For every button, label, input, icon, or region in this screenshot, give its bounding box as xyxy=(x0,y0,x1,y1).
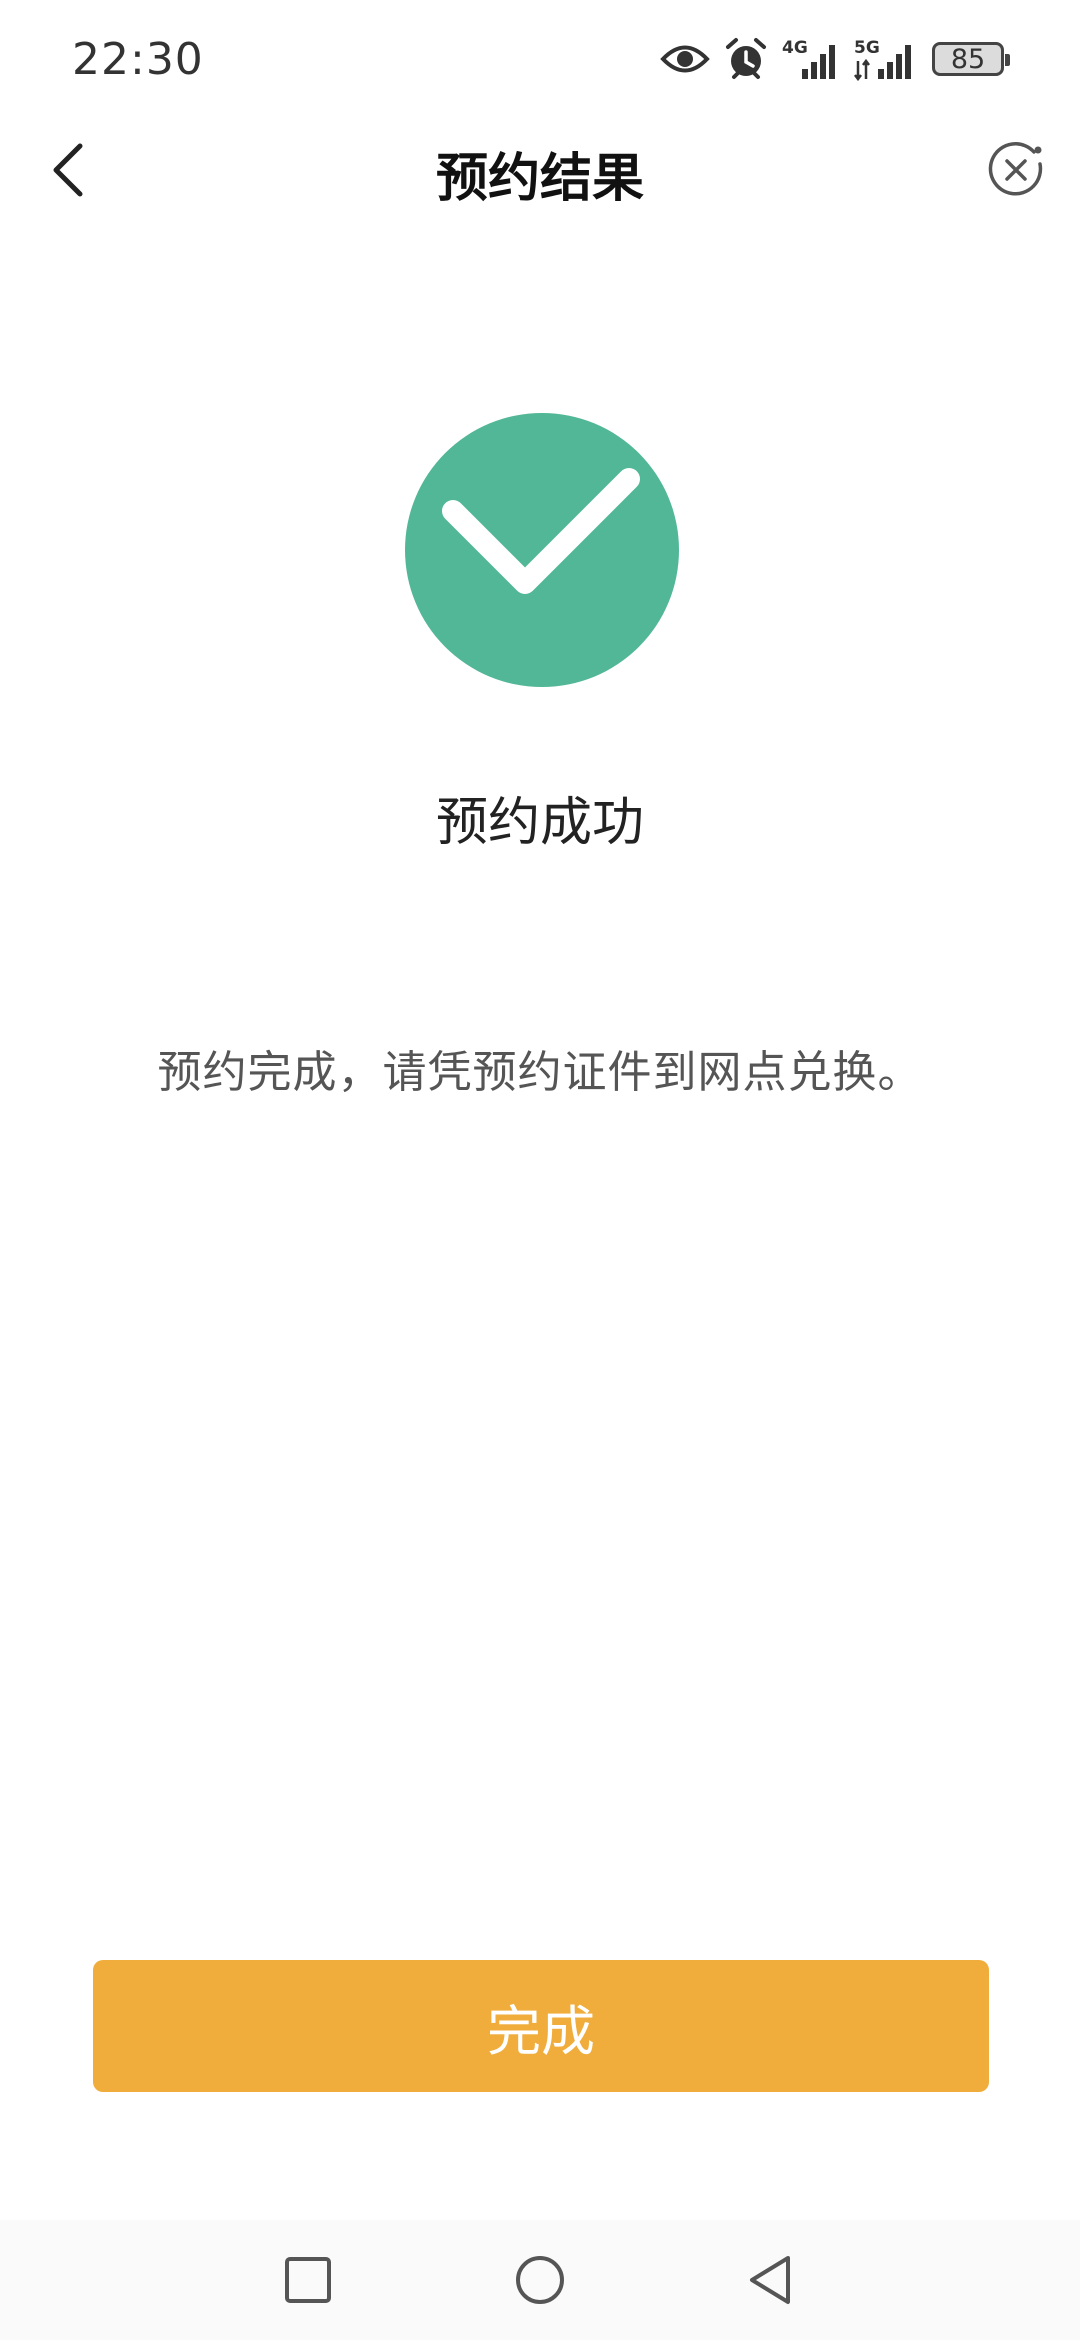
success-title: 预约成功 xyxy=(435,793,644,853)
network-4g-label: 4G xyxy=(782,38,808,58)
success-check-icon xyxy=(405,413,679,687)
back-button[interactable] xyxy=(36,138,100,202)
page-title: 预约结果 xyxy=(435,149,644,209)
battery-icon: 85 xyxy=(932,42,1010,76)
signal-5g-icon: 5G xyxy=(854,37,918,81)
recents-square-icon xyxy=(285,2257,331,2303)
status-icons: 4G 5G 85 xyxy=(660,34,1012,84)
system-back-button[interactable] xyxy=(738,2248,802,2312)
battery-level: 85 xyxy=(950,43,986,75)
recents-button[interactable] xyxy=(276,2248,340,2312)
status-time: 22:30 xyxy=(72,34,204,85)
signal-4g-icon: 4G xyxy=(782,37,840,81)
navigation-bar: 预约结果 xyxy=(0,120,1080,220)
close-button[interactable] xyxy=(984,138,1048,202)
done-button[interactable]: 完成 xyxy=(93,1960,989,2092)
back-triangle-icon xyxy=(750,2256,790,2304)
success-message: 预约完成，请凭预约证件到网点兑换。 xyxy=(157,1047,923,1098)
alarm-icon xyxy=(724,37,768,81)
system-navigation-bar xyxy=(0,2220,1080,2340)
eye-icon xyxy=(660,42,710,76)
home-circle-icon xyxy=(516,2256,564,2304)
check-circle-icon xyxy=(405,413,679,687)
status-bar: 22:30 4G 5G 85 xyxy=(0,0,1080,120)
chevron-left-icon xyxy=(53,143,83,197)
reservation-result-screen: 22:30 4G 5G 85 预约结果 预约成功 预约完成，请凭预约证件到网点兑… xyxy=(0,0,1080,2340)
home-button[interactable] xyxy=(508,2248,572,2312)
close-circle-icon xyxy=(988,142,1043,196)
network-5g-label: 5G xyxy=(854,38,880,58)
